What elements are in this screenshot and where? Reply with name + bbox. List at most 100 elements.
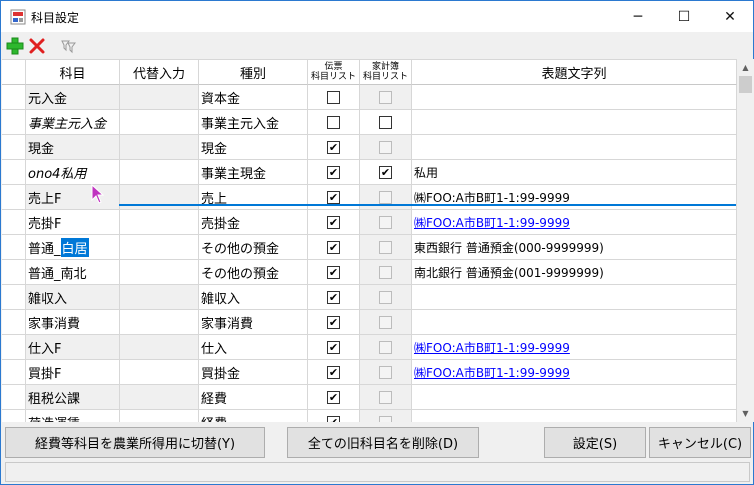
cell-alt[interactable] xyxy=(120,210,199,235)
table-row[interactable]: 買掛F 買掛金 ✔ ㈱FOO:A市B町1-1:99-9999 xyxy=(2,360,737,385)
cell-type[interactable]: 売上 xyxy=(199,185,308,210)
cell-title[interactable] xyxy=(412,135,737,160)
cell-kamoku[interactable]: 現金 xyxy=(26,135,120,160)
cell-type[interactable]: 仕入 xyxy=(199,335,308,360)
row-selector[interactable] xyxy=(2,135,26,160)
cell-kakei[interactable] xyxy=(360,235,412,260)
cell-alt[interactable] xyxy=(120,185,199,210)
cell-kamoku[interactable]: 買掛F xyxy=(26,360,120,385)
row-selector[interactable] xyxy=(2,335,26,360)
cell-type[interactable]: 事業主現金 xyxy=(199,160,308,185)
cell-denpyo[interactable]: ✔ xyxy=(308,185,360,210)
cell-kamoku[interactable]: 仕入F xyxy=(26,335,120,360)
cell-alt[interactable] xyxy=(120,135,199,160)
scroll-down-icon[interactable]: ▼ xyxy=(737,405,754,422)
cell-kamoku[interactable]: 普通_ 白居 xyxy=(26,235,120,260)
settings-button[interactable]: 設定(S) xyxy=(544,427,646,458)
cell-title[interactable] xyxy=(412,310,737,335)
cell-alt[interactable] xyxy=(120,85,199,110)
cell-alt[interactable] xyxy=(120,260,199,285)
table-row[interactable]: 売上F 売上 ✔ ㈱FOO:A市B町1-1:99-9999 xyxy=(2,185,737,210)
cell-kakei[interactable] xyxy=(360,110,412,135)
cell-kakei[interactable] xyxy=(360,210,412,235)
cell-alt[interactable] xyxy=(120,235,199,260)
col-header-kakei[interactable]: 家計簿 科目リスト xyxy=(360,60,412,85)
cancel-button[interactable]: キャンセル(C) xyxy=(649,427,751,458)
denpyo-checkbox[interactable]: ✔ xyxy=(327,140,340,154)
table-row[interactable]: 雑収入 雑収入 ✔ xyxy=(2,285,737,310)
cell-denpyo[interactable] xyxy=(308,110,360,135)
cell-kamoku[interactable]: 荷造運賃 xyxy=(26,410,120,422)
row-selector[interactable] xyxy=(2,260,26,285)
cell-kamoku[interactable]: 売掛F xyxy=(26,210,120,235)
cell-alt[interactable] xyxy=(120,360,199,385)
cell-alt[interactable] xyxy=(120,410,199,422)
cell-denpyo[interactable]: ✔ xyxy=(308,335,360,360)
col-header-denpyo[interactable]: 伝票 科目リスト xyxy=(308,60,360,85)
cell-denpyo[interactable]: ✔ xyxy=(308,410,360,422)
cell-type[interactable]: その他の預金 xyxy=(199,260,308,285)
denpyo-checkbox[interactable]: ✔ xyxy=(327,265,340,279)
row-selector[interactable] xyxy=(2,85,26,110)
row-selector[interactable] xyxy=(2,285,26,310)
cell-alt[interactable] xyxy=(120,110,199,135)
row-selector[interactable] xyxy=(2,310,26,335)
filter-icon[interactable] xyxy=(59,36,79,56)
table-row[interactable]: 売掛F 売掛金 ✔ ㈱FOO:A市B町1-1:99-9999 xyxy=(2,210,737,235)
cell-alt[interactable] xyxy=(120,160,199,185)
col-header-title[interactable]: 表題文字列 xyxy=(412,60,737,85)
cell-denpyo[interactable]: ✔ xyxy=(308,360,360,385)
row-selector[interactable] xyxy=(2,360,26,385)
delete-old-names-button[interactable]: 全ての旧科目名を削除(D) xyxy=(287,427,479,458)
cell-type[interactable]: 買掛金 xyxy=(199,360,308,385)
table-row[interactable]: 租税公課 経費 ✔ xyxy=(2,385,737,410)
row-selector[interactable] xyxy=(2,385,26,410)
delete-x-icon[interactable] xyxy=(27,36,47,56)
cell-kakei[interactable] xyxy=(360,285,412,310)
cell-type[interactable]: 雑収入 xyxy=(199,285,308,310)
cell-type[interactable]: 事業主元入金 xyxy=(199,110,308,135)
row-selector[interactable] xyxy=(2,210,26,235)
cell-kamoku[interactable]: 普通_南北 xyxy=(26,260,120,285)
denpyo-checkbox[interactable]: ✔ xyxy=(327,190,340,204)
denpyo-checkbox[interactable]: ✔ xyxy=(327,365,340,379)
cell-title[interactable] xyxy=(412,285,737,310)
cell-title[interactable]: 東西銀行 普通預金(000-9999999) xyxy=(412,235,737,260)
denpyo-checkbox[interactable]: ✔ xyxy=(327,240,340,254)
close-button[interactable]: ✕ xyxy=(707,1,753,32)
kamoku-selected-text[interactable]: 白居 xyxy=(60,237,89,257)
col-header-alt[interactable]: 代替入力 xyxy=(120,60,199,85)
cell-title[interactable]: ㈱FOO:A市B町1-1:99-9999 xyxy=(412,185,737,210)
cell-title[interactable] xyxy=(412,110,737,135)
cell-denpyo[interactable]: ✔ xyxy=(308,385,360,410)
row-selector[interactable] xyxy=(2,110,26,135)
cell-kakei[interactable] xyxy=(360,360,412,385)
cell-title[interactable] xyxy=(412,385,737,410)
cell-denpyo[interactable] xyxy=(308,85,360,110)
cell-type[interactable]: 現金 xyxy=(199,135,308,160)
cell-alt[interactable] xyxy=(120,335,199,360)
scroll-thumb[interactable] xyxy=(739,76,752,93)
maximize-button[interactable]: ☐ xyxy=(661,1,707,32)
switch-agri-button[interactable]: 経費等科目を農業所得用に切替(Y) xyxy=(5,427,265,458)
cell-denpyo[interactable]: ✔ xyxy=(308,210,360,235)
cell-kamoku[interactable]: 租税公課 xyxy=(26,385,120,410)
cell-kamoku[interactable]: 元入金 xyxy=(26,85,120,110)
col-header-kamoku[interactable]: 科目 xyxy=(26,60,120,85)
cell-kakei[interactable] xyxy=(360,385,412,410)
cell-kakei[interactable] xyxy=(360,85,412,110)
kakei-checkbox[interactable] xyxy=(379,115,392,129)
cell-denpyo[interactable]: ✔ xyxy=(308,135,360,160)
cell-kakei[interactable] xyxy=(360,260,412,285)
cell-denpyo[interactable]: ✔ xyxy=(308,235,360,260)
cell-type[interactable]: その他の預金 xyxy=(199,235,308,260)
row-selector[interactable] xyxy=(2,410,26,422)
table-row[interactable]: 元入金 資本金 xyxy=(2,85,737,110)
denpyo-checkbox[interactable] xyxy=(327,90,340,104)
cell-alt[interactable] xyxy=(120,310,199,335)
cell-title[interactable]: ㈱FOO:A市B町1-1:99-9999 xyxy=(412,335,737,360)
plus-icon[interactable] xyxy=(5,36,25,56)
cell-kamoku[interactable]: 家事消費 xyxy=(26,310,120,335)
cell-type[interactable]: 資本金 xyxy=(199,85,308,110)
row-selector[interactable] xyxy=(2,235,26,260)
